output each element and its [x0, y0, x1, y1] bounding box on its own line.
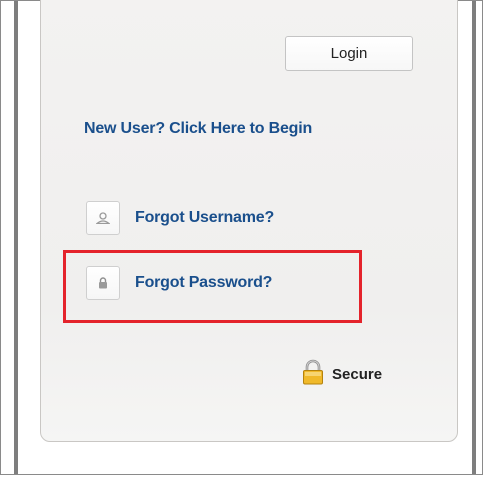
right-border-line — [472, 1, 476, 474]
secure-label: Secure — [332, 366, 383, 383]
user-icon[interactable] — [86, 201, 120, 235]
left-strip — [1, 1, 14, 474]
forgot-username-row[interactable]: Forgot Username? — [86, 201, 274, 235]
forgot-username-link[interactable]: Forgot Username? — [135, 209, 274, 227]
left-border-line — [14, 1, 18, 474]
new-user-link[interactable]: New User? Click Here to Begin — [84, 120, 312, 138]
login-button[interactable]: Login — [285, 36, 413, 71]
secure-indicator: Secure — [302, 359, 382, 390]
highlight-box — [63, 250, 362, 323]
padlock-icon — [302, 359, 324, 390]
